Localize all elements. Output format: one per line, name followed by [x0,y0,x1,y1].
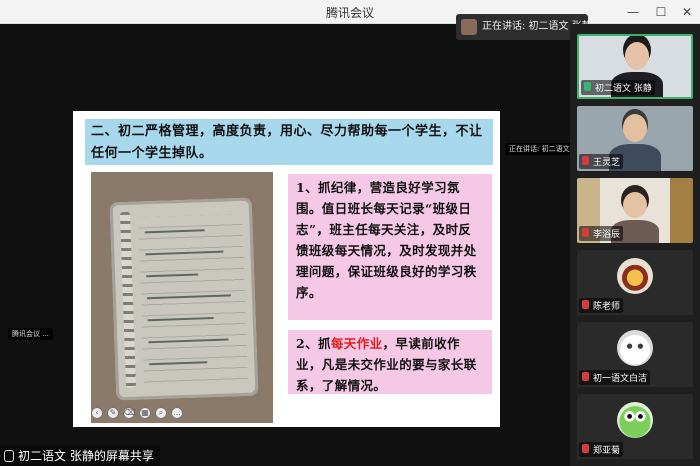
minimize-button[interactable]: — [624,3,642,21]
screen-share-stage: 二、初二严格管理，高度负责，用心、尽力帮助每一个学生，不让任何一个学生掉队。 1… [0,24,590,466]
point-2-prefix: 2、抓 [296,336,331,351]
participant-face [623,114,647,142]
mic-off-icon [582,156,589,165]
participant-label: 陈老师 [579,298,624,313]
screen-share-bar[interactable]: 初二语文 张静的屏幕共享 [0,446,160,466]
participant-avatar [617,402,653,438]
point-2-box: 2、抓每天作业，早读前收作业，凡是未交作业的要与家长联系，了解情况。 [288,330,492,394]
more-icon[interactable]: … [171,407,183,419]
participant-label: 王灵芝 [579,154,624,169]
participant-label: 李浴辰 [579,226,624,241]
mic-on-icon [584,82,591,91]
participant-tile[interactable]: 郑亚菊 [577,394,693,459]
title-bar: 腾讯会议 — ☐ ✕ [0,0,700,24]
participant-sidebar: 初二语文 张静 王灵芝 李浴辰 陈老师 初一语文白洁 郑亚菊 [570,24,700,466]
point-1-box: 1、抓纪律，营造良好学习氛围。值日班长每天记录“班级日志”，班主任每天关注，及时… [288,174,492,320]
participant-tile[interactable]: 初一语文白洁 [577,322,693,387]
participant-avatar [617,330,653,366]
participant-tile[interactable]: 李浴辰 [577,178,693,243]
participant-label: 初一语文白洁 [579,370,651,385]
participant-label: 郑亚菊 [579,442,624,457]
left-mini-tag: 腾讯会议 ... [8,328,53,340]
mic-off-icon [582,300,589,309]
zoom-icon[interactable]: ⌕ [155,407,167,419]
notebook-photo [91,172,273,423]
shared-slide: 二、初二严格管理，高度负责，用心、尽力帮助每一个学生，不让任何一个学生掉队。 1… [73,111,590,427]
participant-face [625,42,649,70]
participant-tile[interactable]: 陈老师 [577,250,693,315]
participant-tile[interactable]: 初二语文 张静 [577,34,693,99]
spiral-binding [119,211,137,389]
participant-face [623,192,647,218]
close-button[interactable]: ✕ [678,3,696,21]
participant-label: 初二语文 张静 [581,80,655,95]
pen-icon[interactable]: ✎ [107,407,119,419]
screen-share-label: 初二语文 张静的屏幕共享 [18,449,154,463]
maximize-button[interactable]: ☐ [652,3,670,21]
mic-off-icon [582,444,589,453]
eraser-icon[interactable]: ⌫ [123,407,135,419]
participant-tile[interactable]: 王灵芝 [577,106,693,171]
grid-icon[interactable]: ▦ [139,407,151,419]
slide-toolbar: ‹ ✎ ⌫ ▦ ⌕ … [91,407,183,421]
mic-off-icon [582,372,589,381]
notebook-image [109,197,259,401]
window-title: 腾讯会议 [325,6,374,20]
mic-off-icon [582,228,589,237]
slide-heading: 二、初二严格管理，高度负责，用心、尽力帮助每一个学生，不让任何一个学生掉队。 [85,119,493,165]
speaker-avatar [461,19,477,35]
speaking-indicator: 正在讲话: 初二语文 张静; [456,14,588,40]
screen-share-icon [4,450,14,462]
point-2-highlight: 每天作业 [330,336,383,351]
participant-avatar [617,258,653,294]
prev-icon[interactable]: ‹ [91,407,103,419]
